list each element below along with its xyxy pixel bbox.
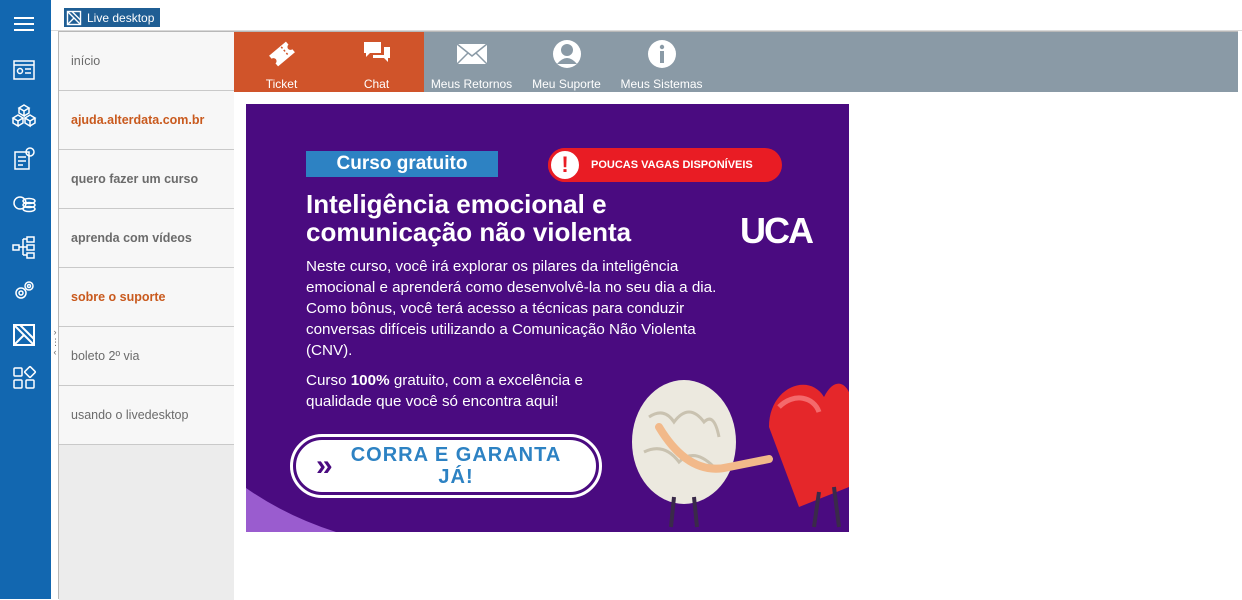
ticket-label: Ticket: [265, 77, 298, 91]
nav-item-curso[interactable]: quero fazer um curso: [59, 150, 234, 209]
meus-sistemas-button[interactable]: Meus Sistemas: [614, 32, 709, 92]
apps-grid-icon[interactable]: [10, 364, 38, 392]
info-icon: [647, 40, 676, 68]
alert-pill: ! POUCAS VAGAS DISPONÍVEIS: [548, 148, 782, 182]
banner-free-text: Curso 100% gratuito, com a excelência e …: [306, 370, 626, 412]
window-title: Live desktop: [87, 10, 155, 25]
cta-line2: JÁ!: [438, 466, 474, 488]
main-window: Live desktop início ajuda.alterdata.com.…: [51, 0, 1242, 600]
free-bold: 100%: [350, 372, 390, 389]
nav-item-inicio[interactable]: início: [59, 32, 234, 91]
nav-item-ajuda[interactable]: ajuda.alterdata.com.br: [59, 91, 234, 150]
brain-heart-illustration: [632, 380, 849, 528]
meu-suporte-button[interactable]: Meu Suporte: [519, 32, 614, 92]
toolbar: Ticket Chat Meus Retornos Meu Suporte Me…: [234, 32, 1238, 92]
chat-button[interactable]: Chat: [329, 32, 424, 92]
cubes-icon[interactable]: [10, 101, 38, 129]
app-rail: [0, 0, 51, 599]
sitemap-icon[interactable]: [10, 233, 38, 261]
meu-suporte-label: Meu Suporte: [532, 77, 601, 91]
alert-icon: !: [548, 148, 582, 182]
meus-sistemas-label: Meus Sistemas: [620, 77, 703, 91]
app-body: início ajuda.alterdata.com.br quero faze…: [51, 31, 1238, 600]
title-bar: Live desktop: [51, 0, 1242, 31]
live-desktop-logo-icon[interactable]: [10, 321, 38, 349]
meus-retornos-button[interactable]: Meus Retornos: [424, 32, 519, 92]
course-banner[interactable]: Curso gratuito ! POUCAS VAGAS DISPONÍVEI…: [246, 104, 849, 532]
envelope-icon: [455, 43, 488, 65]
side-nav: início ajuda.alterdata.com.br quero faze…: [59, 32, 234, 600]
cta-line1: CORRA E GARANTA: [350, 444, 562, 466]
ticket-icon: [268, 41, 295, 67]
chat-icon: [363, 42, 390, 62]
nav-item-boleto[interactable]: boleto 2º via: [59, 327, 234, 386]
content-area: Curso gratuito ! POUCAS VAGAS DISPONÍVEI…: [234, 92, 1238, 600]
menu-icon[interactable]: [10, 10, 38, 38]
live-desktop-icon: [66, 10, 82, 25]
ticket-button[interactable]: Ticket: [234, 32, 329, 92]
nav-item-livedesktop[interactable]: usando o livedesktop: [59, 386, 234, 445]
cta-button[interactable]: » CORRA E GARANTA JÁ!: [290, 434, 602, 498]
meus-retornos-label: Meus Retornos: [430, 77, 513, 91]
user-avatar-icon: [552, 40, 581, 68]
coins-icon[interactable]: [10, 189, 38, 217]
nav-item-suporte[interactable]: sobre o suporte: [59, 268, 234, 327]
billing-icon[interactable]: [10, 145, 38, 173]
banner-description: Neste curso, você irá explorar os pilare…: [306, 258, 717, 359]
uca-logo: UCA: [740, 210, 814, 251]
window-title-chip: Live desktop: [64, 8, 161, 27]
collapse-handle-icon[interactable]: › ⋮ ‹: [51, 327, 60, 367]
chat-label: Chat: [363, 77, 390, 91]
cta-label: CORRA E GARANTA JÁ!: [346, 444, 596, 488]
course-tag: Curso gratuito: [306, 151, 498, 177]
contacts-card-icon[interactable]: [10, 56, 38, 84]
free-prefix: Curso: [306, 372, 351, 389]
alert-text: POUCAS VAGAS DISPONÍVEIS: [591, 159, 753, 171]
double-chevron-icon: »: [316, 449, 333, 482]
banner-headline: Inteligência emocional e comunicação não…: [306, 189, 632, 247]
settings-gears-icon[interactable]: [10, 277, 38, 305]
nav-item-videos[interactable]: aprenda com vídeos: [59, 209, 234, 268]
